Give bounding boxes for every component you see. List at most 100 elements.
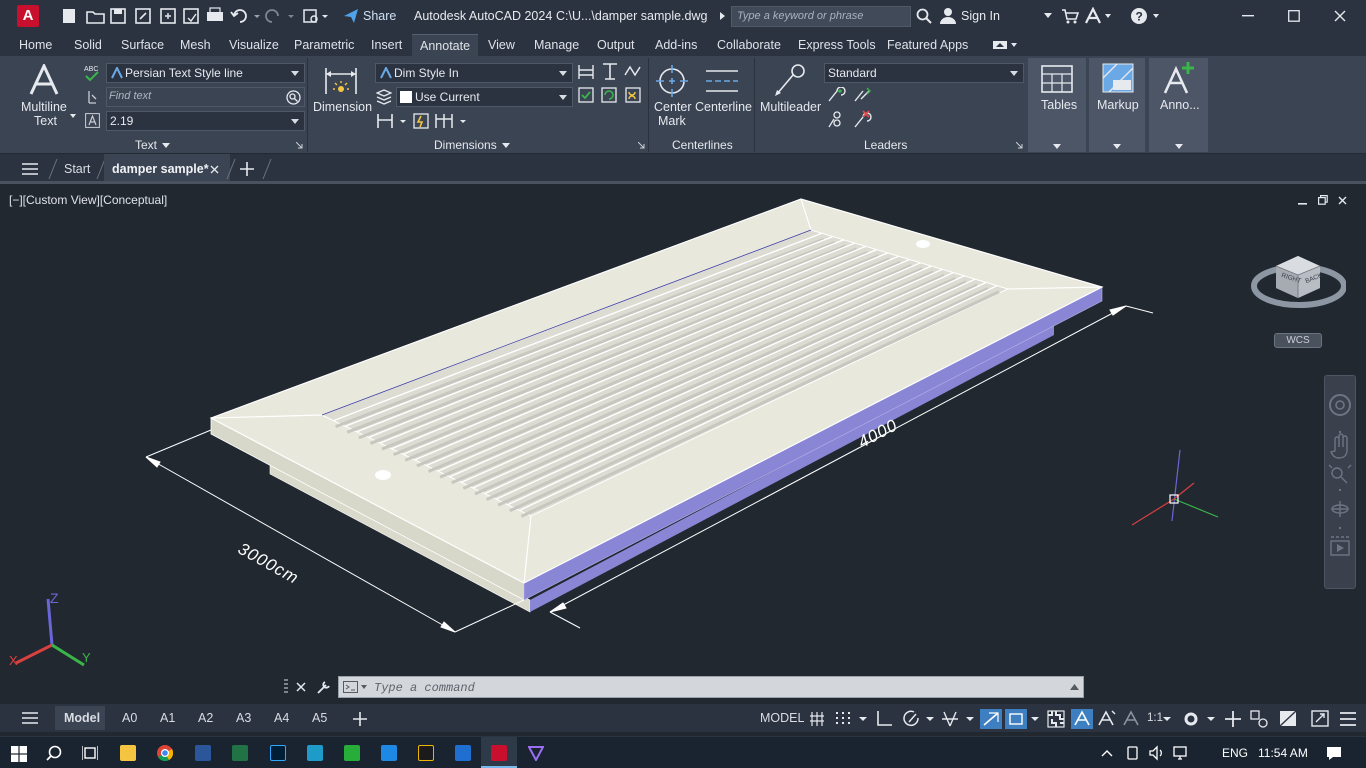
markup-label[interactable]: Markup (1097, 98, 1139, 112)
tables-label[interactable]: Tables (1041, 98, 1077, 112)
markup-dropdown-icon[interactable] (1113, 144, 1121, 149)
ribbon-toggle-icon[interactable] (993, 40, 1019, 50)
multileader-icon[interactable] (772, 62, 808, 98)
autodesk-app-icon[interactable] (1084, 7, 1112, 25)
annotation-monitor-icon[interactable] (1225, 711, 1241, 727)
layout-tab-a4[interactable]: A4 (274, 711, 289, 725)
continue-dim-icon[interactable] (435, 114, 453, 128)
multiline-text-label[interactable]: Multiline (21, 100, 67, 114)
command-history-icon[interactable] (343, 681, 369, 694)
tab-collaborate[interactable]: Collaborate (717, 38, 781, 52)
layout-tab-a1[interactable]: A1 (160, 711, 175, 725)
device-icon[interactable] (1127, 746, 1138, 760)
clean-screen-icon[interactable] (1311, 710, 1329, 727)
redo-dropdown-icon[interactable] (288, 15, 294, 18)
tab-manage[interactable]: Manage (534, 38, 579, 52)
command-expand-icon[interactable] (1070, 684, 1079, 690)
dim-update-icon[interactable] (578, 87, 594, 103)
layout-tab-a0[interactable]: A0 (122, 711, 137, 725)
tab-mesh[interactable]: Mesh (180, 38, 211, 52)
save-web-icon[interactable] (183, 8, 199, 24)
dim-oblique-icon[interactable] (624, 65, 641, 77)
search-icon[interactable] (916, 8, 932, 24)
find-search-icon[interactable] (286, 90, 301, 105)
app-v-taskbar-icon[interactable] (528, 745, 544, 761)
text-style-select[interactable]: Persian Text Style line (106, 63, 305, 83)
object-snap-tracking-icon[interactable] (980, 709, 1002, 729)
app-green-taskbar-icon[interactable] (344, 745, 360, 761)
baseline-dropdown-icon[interactable] (400, 120, 406, 123)
app-b-taskbar-icon[interactable] (381, 745, 397, 761)
layout-tab-a2[interactable]: A2 (198, 711, 213, 725)
language-indicator[interactable]: ENG (1222, 746, 1248, 760)
autocad-logo-button[interactable]: A (17, 5, 39, 27)
ortho-icon[interactable] (877, 711, 892, 726)
centerline-label[interactable]: Centerline (695, 100, 752, 114)
isolate-objects-icon[interactable] (1250, 710, 1268, 728)
workspace-dropdown-icon[interactable] (1207, 717, 1215, 721)
minimize-icon[interactable] (1242, 15, 1254, 17)
model-space-button[interactable]: MODEL (760, 711, 804, 725)
tab-visualize[interactable]: Visualize (229, 38, 279, 52)
new-tab-icon[interactable] (240, 162, 254, 176)
command-grip-icon[interactable] (283, 678, 289, 696)
active-file-tab-label[interactable]: damper sample* (112, 162, 209, 176)
osnap-dropdown-icon[interactable] (1031, 717, 1039, 721)
tables-icon[interactable] (1041, 65, 1073, 93)
dimension-icon[interactable] (324, 64, 358, 98)
transparency-icon[interactable] (1047, 710, 1065, 728)
layout-tab-a5[interactable]: A5 (312, 711, 327, 725)
dimensions-panel-title[interactable]: Dimensions (434, 138, 497, 152)
redo-icon[interactable] (265, 9, 279, 23)
revit-taskbar-icon[interactable] (455, 745, 471, 761)
center-mark-label-2[interactable]: Mark (658, 114, 686, 128)
dimension-label[interactable]: Dimension (313, 100, 372, 114)
spell-check-icon[interactable]: ABC (84, 64, 100, 82)
dimensions-panel-dropdown-icon[interactable] (502, 143, 510, 148)
tab-featured-apps[interactable]: Featured Apps (887, 38, 968, 52)
file-explorer-taskbar-icon[interactable] (120, 745, 136, 761)
taskbar-search-icon[interactable] (46, 745, 62, 761)
windows-start-icon[interactable] (11, 746, 27, 762)
showmotion-icon[interactable] (1330, 536, 1350, 556)
dim-space-icon[interactable] (578, 65, 594, 79)
multileader-label[interactable]: Multileader (760, 100, 821, 114)
polar-dropdown-icon[interactable] (926, 717, 934, 721)
word-taskbar-icon[interactable] (195, 745, 211, 761)
tab-solid[interactable]: Solid (74, 38, 102, 52)
undo-icon[interactable] (230, 9, 247, 23)
layout-tab-a3[interactable]: A3 (236, 711, 251, 725)
scale-dropdown-icon[interactable] (1163, 717, 1171, 721)
tab-parametric[interactable]: Parametric (294, 38, 354, 52)
command-customize-icon[interactable] (316, 680, 332, 694)
find-text-input[interactable]: Find text (106, 87, 305, 107)
remove-leader-icon[interactable] (854, 110, 872, 128)
tables-dropdown-icon[interactable] (1053, 144, 1061, 149)
excel-taskbar-icon[interactable] (232, 745, 248, 761)
start-tab[interactable]: Start (64, 162, 90, 176)
snap-mode-icon[interactable] (836, 712, 850, 724)
undo-dropdown-icon[interactable] (254, 15, 260, 18)
search-expand-icon[interactable] (719, 11, 727, 21)
tab-home[interactable]: Home (19, 38, 52, 52)
dim-style-select[interactable]: Dim Style In (375, 63, 573, 83)
dim-override-icon[interactable] (625, 87, 641, 103)
task-view-icon[interactable] (82, 745, 98, 761)
tray-overflow-icon[interactable] (1101, 750, 1113, 757)
polar-icon[interactable] (903, 710, 919, 727)
close-icon[interactable] (1334, 10, 1346, 22)
graphics-performance-icon[interactable] (1279, 710, 1297, 727)
centerlines-panel-title[interactable]: Centerlines (672, 138, 733, 152)
anno-label[interactable]: Anno... (1160, 98, 1200, 112)
baseline-dim-icon[interactable] (377, 114, 393, 128)
customization-icon[interactable] (1340, 712, 1356, 726)
command-input[interactable]: Type a command (338, 676, 1084, 698)
new-icon[interactable] (63, 9, 75, 23)
align-leader-icon[interactable] (854, 87, 871, 102)
quick-dim-icon[interactable] (413, 113, 429, 129)
annotation-scale-value[interactable]: 1:1 (1147, 712, 1163, 724)
open-web-icon[interactable] (160, 8, 176, 24)
sign-in-button[interactable]: Sign In (961, 9, 1000, 23)
clock[interactable]: 11:54 AM (1258, 746, 1308, 760)
text-height-select[interactable]: 2.19 (106, 111, 305, 131)
